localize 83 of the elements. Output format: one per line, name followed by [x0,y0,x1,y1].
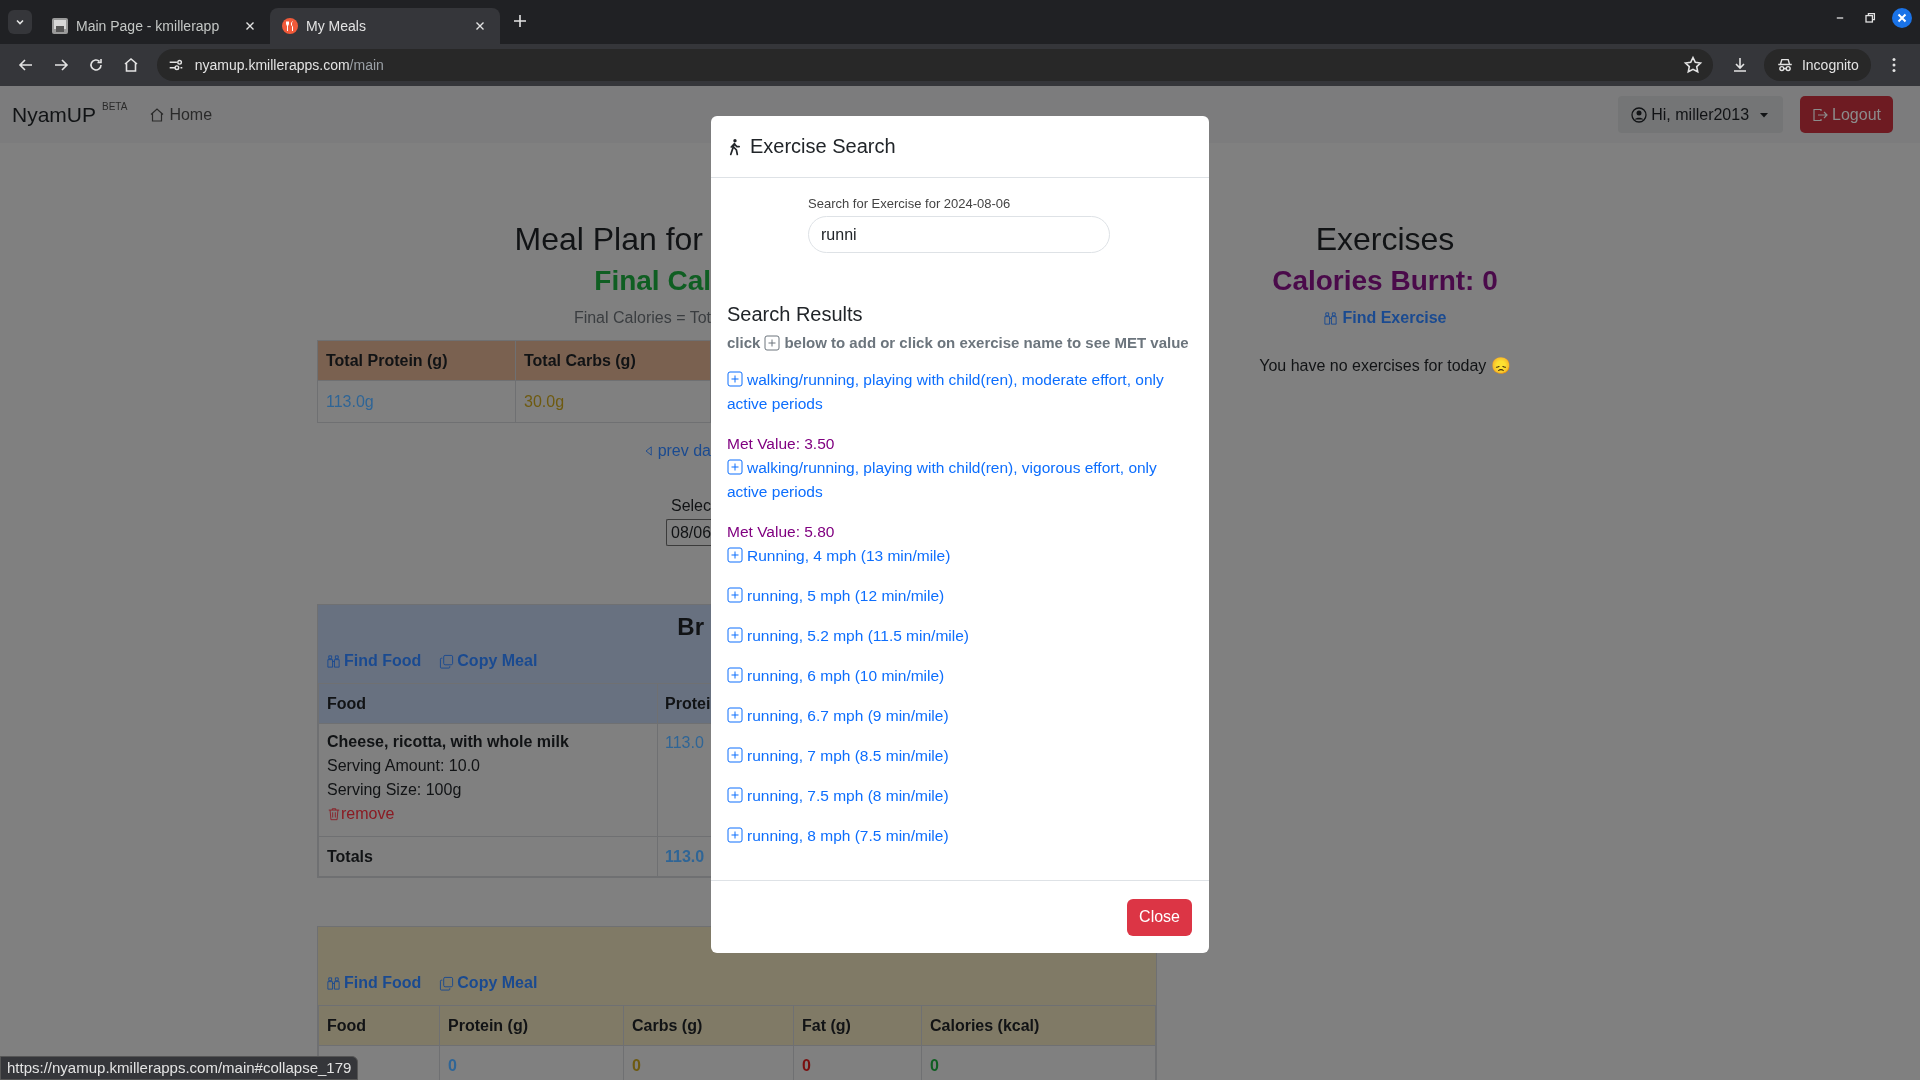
browser-tab[interactable]: Main Page - kmillerapp [40,8,270,44]
table-cell: 113.0g [317,380,516,423]
home-icon [149,106,166,123]
page-title: Meal Plan for [514,221,703,257]
table-cell: 30.0g [515,380,711,423]
plus-square-icon [764,335,781,351]
meal-title: Br [677,613,704,640]
column-header: Protein (g) [439,1005,624,1046]
close-icon[interactable] [1892,8,1912,28]
table-cell: 0 [439,1045,624,1080]
food-name[interactable]: Cheese, ricotta, with whole milk [327,730,649,754]
date-label: Selec [670,497,711,514]
section-title: Exercises [1315,221,1455,257]
incognito-icon [1775,56,1794,74]
person-circle-icon [1631,106,1648,123]
binoculars-icon [326,653,341,669]
fork-knife-icon [282,18,298,34]
exercise-name-link[interactable]: running, 6 mph (10 min/mile) [727,664,1193,688]
restore-icon[interactable] [1862,10,1878,26]
table-cell: Totals [318,836,658,877]
column-header: Total Carbs (g) [515,340,711,381]
table-cell: 0 [623,1045,794,1080]
star-icon[interactable] [1682,55,1703,75]
exercise-name-link[interactable]: running, 5.2 mph (11.5 min/mile) [727,624,1193,648]
exercise-name-link[interactable]: Running, 4 mph (13 min/mile) [727,544,1193,568]
met-value: Met Value: 3.50 [727,435,835,452]
met-value: Met Value: 5.80 [727,523,835,540]
column-header: Carbs (g) [623,1005,794,1046]
empty-message: You have no exercises for today 😞 [1259,357,1511,374]
exercise-name-link[interactable]: running, 6.7 mph (9 min/mile) [727,704,1193,728]
plus-square-icon [727,747,743,763]
calories-burnt: Calories Burnt: 0 [1272,265,1498,296]
plus-square-icon [727,787,743,803]
remove-link[interactable]: remove [327,802,395,826]
column-header: Total Protein (g) [317,340,516,381]
incognito-button[interactable]: Incognito [1763,49,1871,81]
column-header: Calories (kcal) [921,1005,1156,1046]
hint-text: below to add or click on exercise name to see MET value [784,333,1189,353]
plus-square-icon [727,371,743,387]
trash-icon [327,807,341,821]
logout-button[interactable]: Logout [1800,96,1893,133]
copy-icon [439,653,455,669]
plus-square-icon [727,459,743,475]
plus-square-icon [727,707,743,723]
user-menu-button[interactable]: Hi, miller2013 [1618,96,1784,133]
status-url: https://nyamup.kmillerapps.com/main#collapse_179 [0,1056,359,1080]
search-label: Search for Exercise for 2024-08-06 [808,196,1012,212]
exercise-name-link[interactable]: running, 7.5 mph (8 min/mile) [727,784,1193,808]
favicon-icon [52,18,68,34]
home-link[interactable]: Home [149,105,213,124]
column-header: Fat (g) [793,1005,922,1046]
plus-square-icon [727,587,743,603]
serving-size: Serving Size: 100g [327,780,463,800]
binoculars-icon [326,975,341,991]
browser-tab[interactable]: My Meals [270,8,500,44]
hint-text: click [727,333,761,353]
exercise-name-link[interactable]: running, 5 mph (12 min/mile) [727,584,1193,608]
beta-label: BETA [102,101,128,112]
walking-person-icon [727,137,742,156]
exercise-name-link[interactable]: walking/running, playing with child(ren), moderate effort, only active periods [727,368,1193,416]
plus-square-icon [727,547,743,563]
close-button[interactable]: Close [1127,898,1192,936]
exercise-name-link[interactable]: walking/running, playing with child(ren), vigorous effort, only active periods [727,456,1193,504]
plus-square-icon [727,667,743,683]
results-title: Search Results [727,303,863,325]
tab-list-button[interactable] [8,10,32,34]
serving-amount: Serving Amount: 10.0 [327,756,481,776]
plus-square-icon [727,827,743,843]
exercise-name-link[interactable]: running, 7 mph (8.5 min/mile) [727,744,1193,768]
table-cell: 0 [921,1045,1156,1080]
column-header: Food [318,683,658,724]
formula-text: Final Calories = Tot [573,309,711,326]
brand-name[interactable]: NyamUP [12,102,96,127]
column-header: Food [318,1005,440,1046]
final-calories: Final Cal [594,265,711,296]
address-bar[interactable]: nyamup.kmillerapps.com/main [156,49,1713,81]
plus-square-icon [727,627,743,643]
logout-icon [1812,106,1829,123]
copy-icon [439,975,455,991]
modal-title: Exercise Search [750,135,896,158]
exercise-name-link[interactable]: running, 8 mph (7.5 min/mile) [727,824,1193,848]
table-cell: 0 [793,1045,922,1080]
binoculars-icon [1323,310,1339,326]
